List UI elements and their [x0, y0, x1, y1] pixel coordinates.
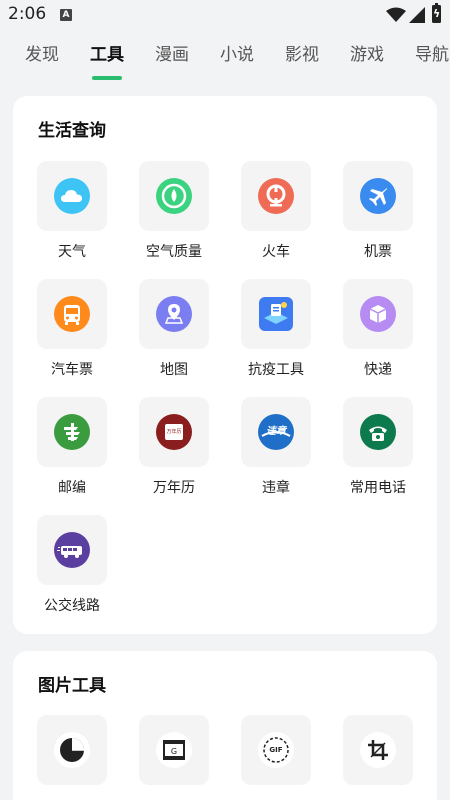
map-icon	[156, 296, 192, 332]
tool-label: 地图	[160, 362, 188, 378]
section-title: 生活查询	[38, 121, 106, 141]
tab-games[interactable]: 游戏	[350, 40, 384, 65]
weather-icon	[54, 178, 90, 214]
tab-navigation[interactable]: 导航	[415, 40, 449, 65]
tool-film[interactable]: G	[139, 715, 209, 785]
tool-tile[interactable]: GIF	[241, 715, 311, 785]
plane-icon	[360, 178, 396, 214]
package-icon	[360, 296, 396, 332]
tool-tile[interactable]	[37, 161, 107, 231]
tool-weather[interactable]: 天气	[37, 161, 107, 260]
bus-icon	[54, 296, 90, 332]
section-title: 图片工具	[38, 676, 106, 696]
tool-crop[interactable]	[343, 715, 413, 785]
tool-calendar[interactable]: 万年历 万年历	[139, 397, 209, 496]
tool-label: 常用电话	[350, 480, 406, 496]
tool-postal-code[interactable]: 邮编	[37, 397, 107, 496]
tool-gif[interactable]: GIF	[241, 715, 311, 785]
tool-label: 火车	[262, 244, 290, 260]
film-icon: G	[156, 732, 192, 768]
tool-air-quality[interactable]: 空气质量	[139, 161, 209, 260]
tool-common-phones[interactable]: 常用电话	[343, 397, 413, 496]
status-bar: 2:06 A ϟ	[0, 0, 450, 30]
violation-badge-text: 违章	[266, 426, 286, 437]
tool-tile[interactable]	[37, 279, 107, 349]
tool-tile[interactable]: 违章	[241, 397, 311, 467]
tool-label: 邮编	[58, 480, 86, 496]
tab-tools[interactable]: 工具	[90, 40, 124, 65]
tool-tile[interactable]: G	[139, 715, 209, 785]
tool-tile[interactable]	[37, 715, 107, 785]
tool-tile[interactable]	[139, 279, 209, 349]
life-query-section: 生活查询 天气 空气质量 火车 机票 汽车票 地图 抗疫工具 快递 邮编 万年历…	[13, 96, 437, 634]
battery-icon: ϟ	[432, 3, 441, 23]
pie-chart-icon	[54, 732, 90, 768]
tool-tile[interactable]	[37, 515, 107, 585]
calendar-badge-text: 万年历	[166, 429, 182, 435]
tool-tile[interactable]	[343, 279, 413, 349]
tool-label: 违章	[262, 480, 290, 496]
active-tab-indicator	[92, 76, 122, 80]
tool-violation[interactable]: 违章 违章	[241, 397, 311, 496]
svg-text:G: G	[171, 747, 177, 756]
tab-comics[interactable]: 漫画	[155, 40, 189, 65]
epidemic-tools-icon	[258, 296, 294, 332]
tool-tile[interactable]	[343, 161, 413, 231]
gif-icon: GIF	[258, 732, 294, 768]
tool-label: 汽车票	[51, 362, 93, 378]
tool-label: 天气	[58, 244, 86, 260]
image-tools-section: 图片工具 G GIF	[13, 651, 437, 800]
tool-bus-route[interactable]: 公交线路	[37, 515, 107, 614]
tool-tile[interactable]	[343, 397, 413, 467]
tool-pie-chart[interactable]	[37, 715, 107, 785]
violation-icon: 违章	[258, 414, 294, 450]
status-time: 2:06	[8, 4, 47, 24]
bus-route-icon	[54, 532, 90, 568]
train-icon	[258, 178, 294, 214]
tab-discover[interactable]: 发现	[25, 40, 59, 65]
tool-plane[interactable]: 机票	[343, 161, 413, 260]
tool-tile[interactable]	[37, 397, 107, 467]
air-quality-icon	[156, 178, 192, 214]
wifi-icon	[386, 7, 406, 22]
tool-tile[interactable]	[343, 715, 413, 785]
tool-label: 抗疫工具	[248, 362, 304, 378]
tab-novels[interactable]: 小说	[220, 40, 254, 65]
tool-epidemic[interactable]: 抗疫工具	[241, 279, 311, 378]
tool-tile[interactable]	[241, 161, 311, 231]
tab-videos[interactable]: 影视	[285, 40, 319, 65]
tool-express[interactable]: 快递	[343, 279, 413, 378]
phone-icon	[360, 414, 396, 450]
tool-tile[interactable]: 万年历	[139, 397, 209, 467]
calendar-icon: 万年历	[156, 414, 192, 450]
signal-icon	[409, 7, 425, 23]
tool-train[interactable]: 火车	[241, 161, 311, 260]
tool-label: 快递	[364, 362, 392, 378]
tool-label: 空气质量	[146, 244, 202, 260]
tool-bus-ticket[interactable]: 汽车票	[37, 279, 107, 378]
tool-tile[interactable]	[139, 161, 209, 231]
tool-map[interactable]: 地图	[139, 279, 209, 378]
postal-icon	[54, 414, 90, 450]
notification-icon: A	[60, 9, 72, 21]
gif-badge-text: GIF	[269, 746, 283, 754]
tool-label: 机票	[364, 244, 392, 260]
tool-tile[interactable]	[241, 279, 311, 349]
tool-label: 公交线路	[44, 598, 100, 614]
crop-icon	[360, 732, 396, 768]
tool-label: 万年历	[153, 480, 195, 496]
category-tabs: 发现 工具 漫画 小说 影视 游戏 导航	[0, 30, 450, 86]
